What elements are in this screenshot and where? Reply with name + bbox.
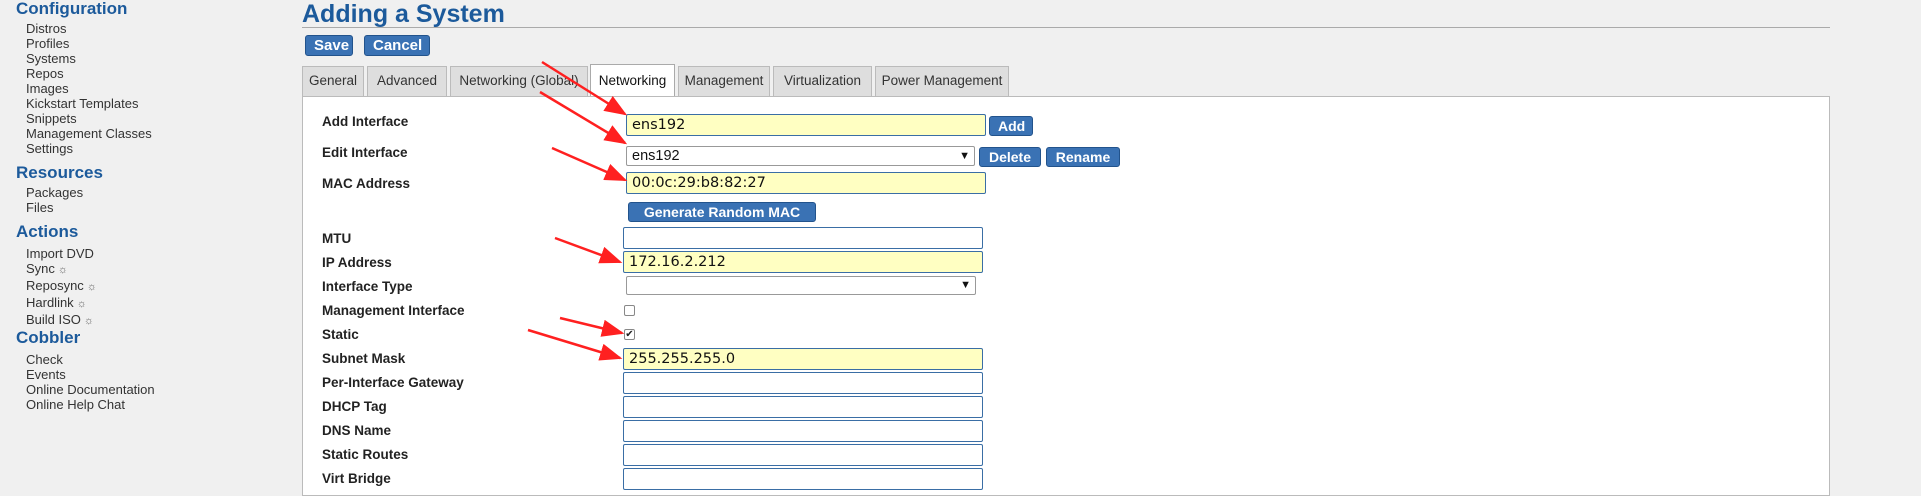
sidebar-item-online-help-chat[interactable]: Online Help Chat [26,397,155,412]
sidebar-item-management-classes[interactable]: Management Classes [26,126,152,141]
reposync-label: Reposync [26,278,84,293]
sidebar-item-sync[interactable]: Sync ☼ [26,261,97,278]
static-label: Static [322,327,359,342]
sidebar-item-settings[interactable]: Settings [26,141,152,156]
edit-interface-label: Edit Interface [322,145,408,160]
save-button[interactable]: Save [305,35,353,56]
virt-bridge-input[interactable] [623,468,983,490]
management-interface-label: Management Interface [322,303,465,318]
sidebar-list-resources: Packages Files [26,185,83,215]
chevron-down-icon: ▼ [960,279,971,291]
per-interface-gateway-label: Per-Interface Gateway [322,375,464,390]
sidebar-item-online-documentation[interactable]: Online Documentation [26,382,155,397]
interface-type-label: Interface Type [322,279,413,294]
sidebar-item-reposync[interactable]: Reposync ☼ [26,278,97,295]
sidebar-item-check[interactable]: Check [26,352,155,367]
tab-networking[interactable]: Networking [590,64,675,97]
sidebar-item-systems[interactable]: Systems [26,51,152,66]
sidebar: Configuration Distros Profiles Systems R… [0,0,300,486]
mtu-label: MTU [322,231,352,246]
mac-address-label: MAC Address [322,176,411,191]
sync-label: Sync [26,261,55,276]
dhcp-tag-input[interactable] [623,396,983,418]
sidebar-item-profiles[interactable]: Profiles [26,36,152,51]
subnet-mask-label: Subnet Mask [322,351,406,366]
sidebar-list-cobbler: Check Events Online Documentation Online… [26,352,155,412]
sidebar-item-images[interactable]: Images [26,81,152,96]
virt-bridge-label: Virt Bridge [322,471,391,486]
spinner-icon: ☼ [76,298,87,310]
ip-address-input[interactable]: 172.16.2.212 [623,251,983,273]
subnet-mask-input[interactable]: 255.255.255.0 [623,348,983,370]
checkmark-icon: ✔ [625,329,634,340]
interface-type-select[interactable]: ▼ [626,276,976,295]
sidebar-list-actions: Import DVD Sync ☼ Reposync ☼ Hardlink ☼ Bui… [26,246,97,329]
sidebar-item-build-iso[interactable]: Build ISO ☼ [26,312,97,329]
tab-virtualization[interactable]: Virtualization [773,66,872,96]
add-interface-label: Add Interface [322,114,409,129]
tab-networking-global[interactable]: Networking (Global) [450,66,588,96]
ip-address-label: IP Address [322,255,392,270]
edit-interface-select[interactable]: ens192 ▼ [626,146,975,166]
delete-interface-button[interactable]: Delete [979,147,1041,167]
spinner-icon: ☼ [83,315,95,327]
tab-management[interactable]: Management [678,66,770,96]
sidebar-section-actions: Actions [16,222,79,241]
dhcp-tag-label: DHCP Tag [322,399,387,414]
spinner-icon: ☼ [86,281,97,293]
sidebar-item-distros[interactable]: Distros [26,21,152,36]
title-divider [302,27,1830,28]
sidebar-item-repos[interactable]: Repos [26,66,152,81]
sidebar-item-packages[interactable]: Packages [26,185,83,200]
dns-name-input[interactable] [623,420,983,442]
sidebar-item-files[interactable]: Files [26,200,83,215]
static-routes-label: Static Routes [322,447,409,462]
management-interface-checkbox[interactable] [624,305,635,316]
per-interface-gateway-input[interactable] [623,372,983,394]
hardlink-label: Hardlink [26,295,74,310]
tab-general[interactable]: General [302,66,364,96]
sidebar-item-snippets[interactable]: Snippets [26,111,152,126]
edit-interface-value: ens192 [632,148,680,164]
add-interface-button[interactable]: Add [989,116,1033,136]
spinner-icon: ☼ [57,264,68,276]
build-iso-label: Build ISO [26,312,81,327]
sidebar-list-configuration: Distros Profiles Systems Repos Images Ki… [26,21,152,156]
sidebar-item-kickstart-templates[interactable]: Kickstart Templates [26,96,152,111]
sidebar-item-events[interactable]: Events [26,367,155,382]
static-checkbox[interactable]: ✔ [624,329,635,340]
sidebar-section-resources: Resources [16,163,103,182]
add-interface-input[interactable]: ens192 [626,114,986,136]
sidebar-section-configuration: Configuration [16,0,128,18]
mtu-input[interactable] [623,227,983,249]
page-title: Adding a System [302,0,505,28]
sidebar-section-cobbler: Cobbler [16,328,81,347]
rename-interface-button[interactable]: Rename [1046,147,1120,167]
mac-address-input[interactable]: 00:0c:29:b8:82:27 [626,172,986,194]
tab-power-management[interactable]: Power Management [875,66,1009,96]
tab-advanced[interactable]: Advanced [367,66,447,96]
chevron-down-icon: ▼ [959,150,970,162]
static-routes-input[interactable] [623,444,983,466]
generate-random-mac-button[interactable]: Generate Random MAC [628,202,816,222]
cancel-button[interactable]: Cancel [364,35,430,56]
sidebar-item-import-dvd[interactable]: Import DVD [26,246,97,261]
sidebar-item-hardlink[interactable]: Hardlink ☼ [26,295,97,312]
dns-name-label: DNS Name [322,423,392,438]
